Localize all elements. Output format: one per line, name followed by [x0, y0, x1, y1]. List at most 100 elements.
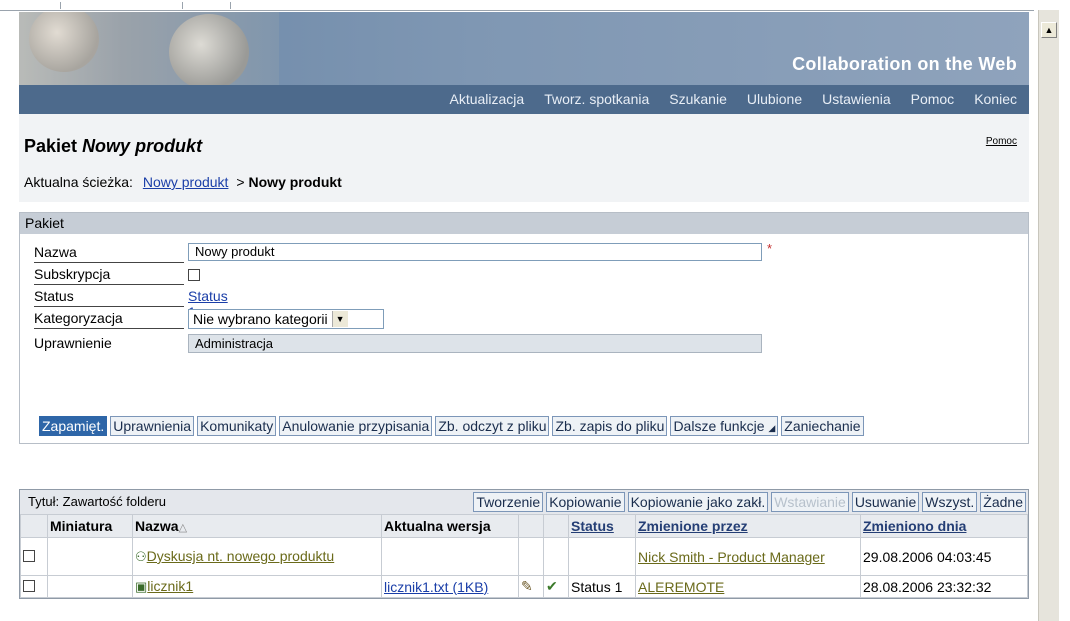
- copy-button[interactable]: Kopiowanie: [546, 492, 625, 512]
- check-cell: [543, 537, 569, 576]
- sort-ascending-icon: △: [178, 522, 188, 534]
- banner-photo-person: [169, 14, 249, 85]
- table-header-row: Miniatura Nazwa△ Aktualna wersja Status …: [20, 514, 1028, 538]
- nav-item-aktualizacja[interactable]: Aktualizacja: [450, 91, 525, 107]
- version-link[interactable]: licznik1.txt (1KB): [384, 579, 488, 595]
- edit-column-header: [518, 514, 544, 538]
- modified-on-cell: 29.08.2006 04:03:45: [860, 537, 1028, 576]
- name-column-label: Nazwa: [135, 518, 179, 534]
- category-select[interactable]: Nie wybrano kategorii ▼: [188, 309, 384, 329]
- select-all-button[interactable]: Wszyst.: [922, 492, 978, 512]
- delete-button[interactable]: Usuwanie: [851, 492, 920, 512]
- row-name-link[interactable]: licznik1: [147, 578, 193, 594]
- breadcrumb-link[interactable]: Nowy produkt: [143, 174, 229, 190]
- table-row: ⚇Dyskusja nt. nowego produktu Nick Smith…: [20, 537, 1028, 576]
- version-cell: [381, 537, 519, 576]
- pencil-icon[interactable]: ✎: [521, 578, 533, 594]
- edit-cell: ✎: [518, 575, 544, 598]
- breadcrumb-current: Nowy produkt: [248, 174, 342, 190]
- table-row: ▣licznik1 licznik1.txt (1KB) ✎ ✔ Status …: [20, 575, 1028, 598]
- breadcrumb-label: Aktualna ścieżka:: [24, 174, 133, 190]
- row-select-cell: [20, 575, 48, 598]
- permissions-button[interactable]: Uprawnienia: [110, 416, 195, 436]
- breadcrumb-separator: >: [236, 174, 245, 190]
- create-button[interactable]: Tworzenie: [473, 492, 544, 512]
- nav-item-szukanie[interactable]: Szukanie: [669, 91, 727, 107]
- status-label: Status: [34, 287, 184, 307]
- write-to-file-button[interactable]: Zb. zapis do pliku: [552, 416, 668, 436]
- header-banner: Collaboration on the Web: [19, 12, 1029, 85]
- cancel-button[interactable]: Zaniechanie: [781, 416, 864, 436]
- more-functions-label: Dalsze funkcje: [673, 418, 765, 434]
- modified-by-link[interactable]: ALEREMOTE: [638, 579, 724, 595]
- document-icon: ▣: [135, 579, 148, 594]
- subscription-label: Subskrypcja: [34, 265, 184, 285]
- name-cell: ▣licznik1: [132, 575, 382, 598]
- permission-field: Administracja: [188, 334, 762, 353]
- subscription-checkbox[interactable]: [188, 269, 200, 281]
- breadcrumb: Aktualna ścieżka: Nowy produkt > Nowy pro…: [24, 174, 342, 190]
- edit-cell: [518, 537, 544, 576]
- row-select-cell: [20, 537, 48, 576]
- nav-item-tworz-spotkania[interactable]: Tworz. spotkania: [544, 91, 649, 107]
- version-column-header: Aktualna wersja: [381, 514, 519, 538]
- page-title-name: Nowy produkt: [82, 136, 203, 156]
- more-functions-button[interactable]: Dalsze funkcje ◢: [670, 416, 779, 436]
- check-column-header: [543, 514, 569, 538]
- name-input[interactable]: Nowy produkt: [188, 243, 762, 261]
- modified-by-cell: Nick Smith - Product Manager: [635, 537, 861, 576]
- strip-tick: [182, 2, 183, 9]
- list-toolbar: Tworzenie Kopiowanie Kopiowanie jako zak…: [473, 492, 1026, 512]
- row-name-link[interactable]: Dyskusja nt. nowego produktu: [147, 548, 335, 564]
- nav-item-ulubione[interactable]: Ulubione: [747, 91, 802, 107]
- permission-label: Uprawnienie: [34, 335, 112, 351]
- status-column-header[interactable]: Status: [568, 514, 636, 538]
- thumbnail-cell: [47, 537, 133, 576]
- modified-on-column-header[interactable]: Zmieniono dnia: [860, 514, 1028, 538]
- modified-by-column-header[interactable]: Zmienione przez: [635, 514, 861, 538]
- cancel-assignment-button[interactable]: Anulowanie przypisania: [279, 416, 433, 436]
- row-checkbox[interactable]: [23, 549, 35, 562]
- vertical-scrollbar[interactable]: ▲: [1038, 10, 1059, 621]
- modified-by-cell: ALEREMOTE: [635, 575, 861, 598]
- category-label: Kategoryzacja: [34, 309, 184, 329]
- discussion-icon: ⚇: [135, 549, 147, 564]
- row-checkbox[interactable]: [23, 579, 35, 592]
- list-title: Tytuł: Zawartość folderu: [28, 494, 166, 509]
- checkmark-icon: ✔: [546, 578, 558, 594]
- help-link[interactable]: Pomoc: [986, 136, 1017, 147]
- page-title-prefix: Pakiet: [24, 136, 78, 156]
- main-nav: Aktualizacja Tworz. spotkania Szukanie U…: [19, 85, 1029, 114]
- paste-button: Wstawianie: [771, 492, 849, 512]
- page-header: Pakiet Nowy produkt Pomoc Aktualna ścież…: [19, 114, 1029, 202]
- checkbox-column-header: [20, 514, 48, 538]
- list-header: Tytuł: Zawartość folderu Tworzenie Kopio…: [20, 490, 1028, 514]
- thumbnail-column-header: Miniatura: [47, 514, 133, 538]
- nav-item-pomoc[interactable]: Pomoc: [911, 91, 955, 107]
- version-cell: licznik1.txt (1KB): [381, 575, 519, 598]
- banner-photo: [19, 12, 279, 85]
- dropdown-arrow-icon[interactable]: ▼: [331, 311, 348, 327]
- more-functions-arrow-icon: ◢: [768, 423, 776, 433]
- package-form: Pakiet Nazwa Nowy produkt * Subskrypcja …: [19, 212, 1029, 444]
- nav-item-koniec[interactable]: Koniec: [974, 91, 1017, 107]
- required-marker: *: [767, 241, 773, 256]
- status-cell: Status 1: [568, 575, 636, 598]
- form-toolbar: Zapamięt. Uprawnienia Komunikaty Anulowa…: [39, 416, 864, 436]
- strip-tick: [230, 2, 231, 9]
- banner-photo-person: [29, 12, 99, 72]
- strip-tick: [60, 2, 61, 9]
- scroll-up-icon[interactable]: ▲: [1041, 22, 1057, 38]
- modified-by-link[interactable]: Nick Smith - Product Manager: [638, 549, 825, 565]
- nav-item-ustawienia[interactable]: Ustawienia: [822, 91, 890, 107]
- copy-as-link-button[interactable]: Kopiowanie jako zakł.: [627, 492, 769, 512]
- modified-on-cell: 28.08.2006 23:32:32: [860, 575, 1028, 598]
- name-column-header[interactable]: Nazwa△: [132, 514, 382, 538]
- select-none-button[interactable]: Żadne: [980, 492, 1026, 512]
- messages-button[interactable]: Komunikaty: [197, 416, 277, 436]
- read-from-file-button[interactable]: Zb. odczyt z pliku: [435, 416, 550, 436]
- name-cell: ⚇Dyskusja nt. nowego produktu: [132, 537, 382, 576]
- save-button[interactable]: Zapamięt.: [39, 416, 108, 436]
- window-top-strip: [0, 0, 1034, 11]
- folder-content-list: Tytuł: Zawartość folderu Tworzenie Kopio…: [19, 489, 1029, 599]
